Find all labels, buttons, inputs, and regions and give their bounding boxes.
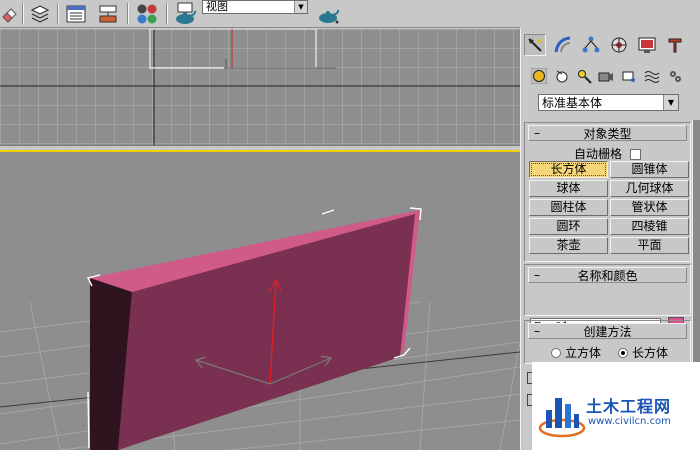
systems-icon[interactable]	[665, 66, 685, 86]
top-viewport-grid	[0, 29, 520, 145]
radio-dot	[618, 347, 628, 358]
geosphere-button[interactable]: 几何球体	[610, 180, 689, 197]
modify-tab-icon[interactable]	[552, 34, 574, 56]
utilities-tab-icon[interactable]	[664, 34, 686, 56]
watermark-title: 土木工程网	[586, 397, 672, 416]
perspective-scene	[0, 152, 520, 450]
shapes-icon[interactable]	[552, 66, 572, 86]
toolbar-separator	[22, 3, 24, 24]
teapot-button[interactable]: 茶壶	[529, 237, 608, 254]
chevron-down-icon[interactable]: ▼	[663, 95, 678, 110]
name-color-title: 名称和颜色	[577, 268, 638, 283]
cube-radio-label: 立方体	[565, 346, 602, 360]
render-scene-icon[interactable]	[171, 1, 199, 26]
hierarchy-tab-icon[interactable]	[580, 34, 602, 56]
curve-editor-icon[interactable]	[63, 1, 89, 26]
watermark-url: www.civilcn.com	[588, 416, 671, 427]
box-radio[interactable]: 长方体	[618, 344, 668, 361]
name-color-rollout: – 名称和颜色	[524, 264, 691, 316]
collapse-icon: –	[534, 126, 540, 140]
watermark: 土木工程网 www.civilcn.com	[532, 362, 700, 450]
civilcn-logo-icon	[538, 398, 586, 438]
plane-button[interactable]: 平面	[610, 237, 689, 254]
creation-method-title: 创建方法	[583, 324, 632, 339]
object-type-rollout: – 对象类型 自动栅格 长方体 圆锥体 球体 几何球体 圆柱体 管状体 圆环 四…	[524, 122, 691, 262]
top-viewport[interactable]	[0, 29, 520, 146]
collapse-icon: –	[534, 324, 540, 338]
auto-grid-checkbox[interactable]	[630, 149, 641, 160]
motion-tab-icon[interactable]	[608, 34, 630, 56]
toolbar-separator	[57, 3, 59, 24]
object-type-header[interactable]: – 对象类型	[528, 125, 687, 141]
perspective-viewport[interactable]	[0, 150, 520, 450]
material-editor-icon[interactable]	[133, 1, 161, 26]
lights-icon[interactable]	[574, 66, 594, 86]
create-tab-icon[interactable]	[524, 34, 546, 56]
sphere-button[interactable]: 球体	[529, 180, 608, 197]
cylinder-button[interactable]: 圆柱体	[529, 199, 608, 216]
box-button[interactable]: 长方体	[529, 161, 608, 178]
creation-method-header[interactable]: – 创建方法	[528, 323, 687, 339]
category-select[interactable]: 标准基本体 ▼	[538, 94, 679, 111]
torus-button[interactable]: 圆环	[529, 218, 608, 235]
geometry-icon[interactable]	[529, 66, 549, 86]
eraser-icon[interactable]	[0, 1, 20, 26]
pyramid-button[interactable]: 四棱锥	[610, 218, 689, 235]
tube-button[interactable]: 管状体	[610, 199, 689, 216]
schematic-view-icon[interactable]	[95, 1, 121, 26]
category-select-value: 标准基本体	[542, 96, 603, 110]
view-select[interactable]: 视图 ▼	[202, 0, 308, 14]
helpers-icon[interactable]	[619, 66, 639, 86]
toolbar-separator	[166, 3, 168, 24]
cube-radio[interactable]: 立方体	[551, 344, 601, 361]
main-toolbar: 视图 ▼	[0, 0, 520, 28]
collapse-icon: –	[534, 268, 540, 282]
auto-grid-row: 自动栅格	[525, 145, 690, 162]
display-tab-icon[interactable]	[636, 34, 658, 56]
object-type-title: 对象类型	[583, 126, 632, 141]
auto-grid-label: 自动栅格	[573, 147, 622, 161]
layers-icon[interactable]	[27, 1, 53, 26]
quick-render-icon[interactable]	[314, 1, 342, 26]
radio-dot	[551, 347, 561, 358]
space-warps-icon[interactable]	[642, 66, 662, 86]
view-select-value: 视图	[206, 0, 228, 13]
box-radio-label: 长方体	[632, 346, 669, 360]
name-color-header[interactable]: – 名称和颜色	[528, 267, 687, 283]
toolbar-separator	[127, 3, 129, 24]
cone-button[interactable]: 圆锥体	[610, 161, 689, 178]
chevron-down-icon[interactable]: ▼	[294, 1, 307, 13]
cameras-icon[interactable]	[596, 66, 616, 86]
